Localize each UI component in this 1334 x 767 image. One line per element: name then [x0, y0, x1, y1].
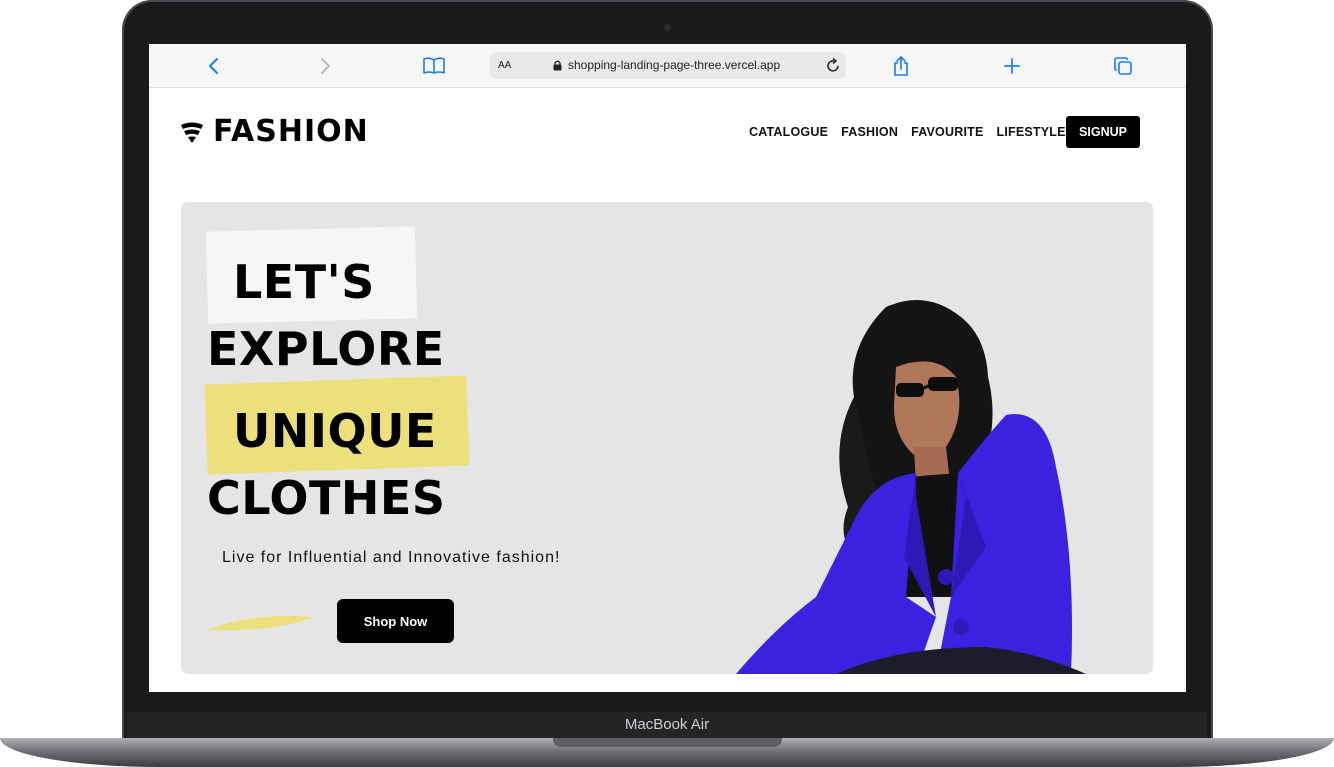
headline-line-3: UNIQUE: [233, 404, 437, 458]
yellow-swoosh-decoration: [207, 615, 313, 631]
nav-fashion[interactable]: FASHION: [841, 121, 898, 143]
hero-tagline: Live for Influential and Innovative fash…: [222, 549, 561, 566]
address-bar[interactable]: AA shopping-landing-page-three.vercel.ap…: [489, 52, 846, 79]
browser-toolbar: AA shopping-landing-page-three.vercel.ap…: [149, 44, 1186, 88]
back-arrow-icon[interactable]: [201, 44, 225, 87]
screen: AA shopping-landing-page-three.vercel.ap…: [149, 44, 1186, 692]
text-size-button[interactable]: AA: [498, 52, 511, 79]
main-nav: CATALOGUE FASHION FAVOURITE LIFESTYLE: [749, 121, 1079, 143]
forward-arrow-icon[interactable]: [313, 44, 337, 87]
nav-catalogue[interactable]: CATALOGUE: [749, 121, 828, 143]
signup-button[interactable]: SIGNUP: [1066, 116, 1140, 148]
headline-line-4: CLOTHES: [207, 471, 446, 525]
reload-icon[interactable]: [826, 52, 840, 82]
camera: [664, 24, 671, 31]
nav-favourite[interactable]: FAVOURITE: [911, 121, 983, 143]
model-photo: [736, 299, 1086, 674]
site-logo[interactable]: FASHION: [180, 114, 369, 149]
book-icon[interactable]: [421, 44, 447, 87]
laptop-notch: [553, 738, 782, 747]
lock-icon: [553, 60, 562, 71]
headline-line-1: LET'S: [233, 255, 375, 309]
wifi-logo-icon: [181, 122, 203, 143]
device-label: MacBook Air: [624, 716, 710, 733]
tabs-icon[interactable]: [1111, 44, 1135, 87]
url-text: shopping-landing-page-three.vercel.app: [568, 58, 781, 72]
logo-text: FASHION: [213, 114, 369, 149]
nav-lifestyle[interactable]: LIFESTYLE: [996, 121, 1065, 143]
new-tab-icon[interactable]: [1000, 44, 1024, 87]
shop-now-button[interactable]: Shop Now: [337, 599, 454, 643]
hero-section: LET'S EXPLORE UNIQUE CLOTHES Live for In…: [181, 202, 1153, 674]
headline-line-2: EXPLORE: [207, 322, 445, 376]
share-icon[interactable]: [889, 44, 913, 87]
